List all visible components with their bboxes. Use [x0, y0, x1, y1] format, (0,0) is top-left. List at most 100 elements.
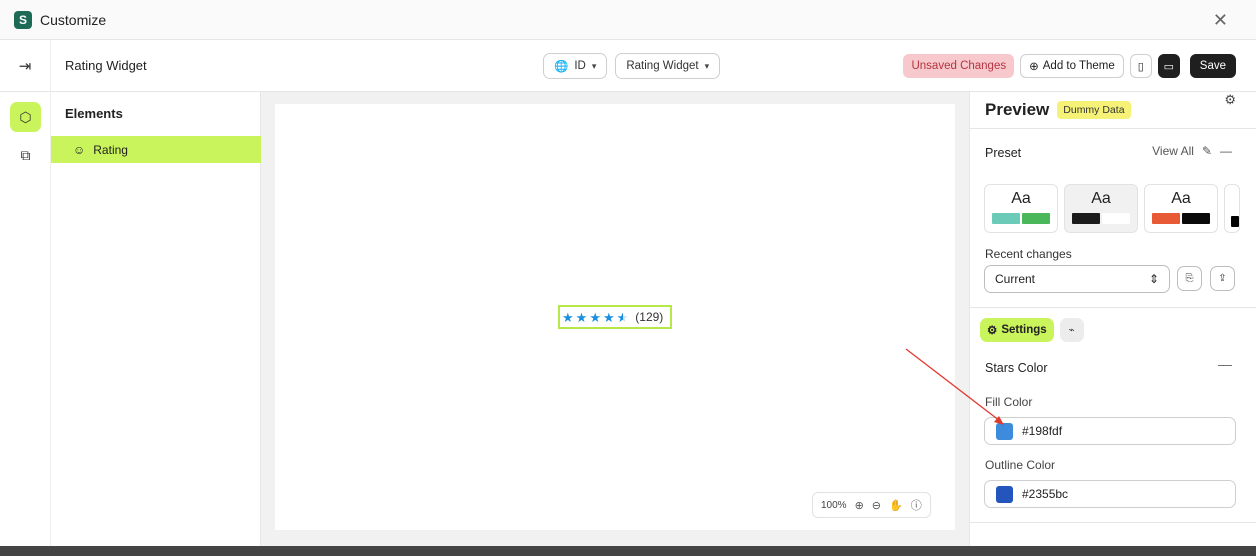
mobile-icon: ▯ [1137, 60, 1144, 73]
element-item-rating[interactable]: ☺ Rating [51, 136, 261, 163]
language-select[interactable]: 🌐 ID ▾ [543, 53, 608, 79]
collapse-icon[interactable]: — [1218, 356, 1232, 372]
element-item-label: Rating [93, 142, 128, 157]
preset-label: Preset [985, 146, 1022, 160]
chevron-updown-icon: ⇕ [1148, 272, 1159, 286]
center-controls: 🌐 ID ▾ Rating Widget ▾ [543, 53, 721, 79]
swatch [1152, 213, 1180, 224]
header-actions: Unsaved Changes ⊕ Add to Theme ▯ ▭ Save [903, 54, 1236, 78]
settings-icon: ⚙ [987, 325, 998, 337]
outline-color-chip[interactable] [996, 485, 1013, 503]
fill-color-field[interactable]: #198fdf [984, 417, 1236, 445]
preview-title: Preview [985, 100, 1050, 119]
recent-changes-select[interactable]: Current ⇕ [984, 265, 1170, 293]
language-value: ID [574, 60, 586, 72]
star-icon: ★ [602, 309, 615, 325]
desktop-view-button[interactable]: ▭ [1157, 54, 1180, 78]
elements-title: Elements [65, 106, 123, 121]
star-icon: ★ [575, 309, 588, 325]
half-star-icon: ★ [616, 309, 629, 325]
export-button[interactable]: ⎘ [1177, 266, 1202, 291]
close-icon[interactable]: ✕ [1213, 10, 1228, 31]
preset-swatches [1072, 213, 1130, 224]
star-icon: ★ [589, 309, 601, 325]
preset-list: Aa Aa Aa [984, 184, 1240, 233]
widget-select-value: Rating Widget [626, 60, 699, 72]
preset-swatches [992, 213, 1050, 224]
rating-element-icon: ☺ [73, 142, 86, 157]
upload-icon: ⇪ [1218, 273, 1227, 284]
preset-label: Aa [1011, 190, 1031, 207]
preset-label: Aa [1091, 190, 1111, 207]
preset-card[interactable] [1224, 184, 1240, 233]
outline-color-field[interactable]: #2355bc [984, 480, 1236, 508]
upload-button[interactable]: ⇪ [1210, 266, 1235, 291]
chevron-down-icon: ▾ [704, 60, 710, 71]
edit-icon: ✎ [1201, 144, 1212, 158]
outline-color-label: Outline Color [985, 458, 1056, 472]
widget-select[interactable]: Rating Widget ▾ [615, 53, 721, 79]
zoom-in-icon[interactable]: ⊕ [855, 499, 864, 512]
fill-color-label: Fill Color [985, 395, 1033, 409]
preset-swatches [1231, 216, 1239, 227]
gear-icon[interactable]: ⚙ [1224, 92, 1236, 108]
cube-icon: ⬡ [19, 108, 32, 125]
recent-changes-value: Current [995, 272, 1036, 286]
elements-tool-button[interactable]: ⬡ [10, 102, 41, 132]
tab-settings-label: Settings [1001, 324, 1047, 336]
view-all-link[interactable]: View All ✎ — [1152, 144, 1232, 158]
code-icon: ⌁ [1068, 324, 1075, 336]
unsaved-changes-badge: Unsaved Changes [903, 54, 1015, 78]
save-button[interactable]: Save [1189, 54, 1236, 78]
divider [970, 522, 1256, 523]
preset-label: Aa [1171, 190, 1191, 207]
zoom-level: 100% [821, 499, 847, 511]
tab-settings[interactable]: ⚙ Settings [980, 318, 1054, 342]
divider [970, 128, 1256, 129]
divider [970, 307, 1256, 308]
dummy-data-badge: Dummy Data [1057, 101, 1131, 119]
tool-rail: ⬡ ⧉ [0, 92, 51, 556]
add-to-theme-button[interactable]: ⊕ Add to Theme [1020, 54, 1124, 78]
panel-tabs: ⚙ Settings ⌁ [980, 318, 1084, 342]
code-tool-button[interactable]: ⧉ [10, 140, 41, 170]
zoom-out-icon[interactable]: ⊖ [872, 499, 881, 512]
title-bar: S Customize ✕ [0, 0, 1256, 40]
customize-app: S Customize ✕ ⇥ Rating Widget 🌐 ID ▾ Rat… [0, 0, 1256, 556]
swatch [1072, 213, 1100, 224]
elements-panel: Elements ☺ Rating [51, 92, 261, 556]
preset-swatches [1152, 213, 1210, 224]
plus-circle-icon: ⊕ [1029, 61, 1039, 73]
mobile-view-button[interactable]: ▯ [1129, 54, 1152, 78]
preview-canvas: ★ ★ ★ ★ ★ (129) 100% ⊕ ⊖ ✋ ⓘ [275, 104, 955, 530]
preset-card[interactable]: Aa [1064, 184, 1138, 233]
app-logo-icon: S [14, 10, 32, 29]
settings-panel: Preview Dummy Data ⚙ Preset View All ✎ —… [969, 92, 1256, 556]
window-bottom-edge [0, 546, 1256, 556]
fill-color-value: #198fdf [1022, 424, 1063, 438]
rating-widget[interactable]: ★ ★ ★ ★ ★ (129) [558, 305, 672, 329]
panel-header: Preview Dummy Data [970, 92, 1256, 128]
widget-name: Rating Widget [65, 58, 147, 73]
exit-icon[interactable]: ⇥ [0, 39, 51, 92]
canvas-area: ★ ★ ★ ★ ★ (129) 100% ⊕ ⊖ ✋ ⓘ [261, 92, 969, 556]
outline-color-value: #2355bc [1022, 487, 1069, 501]
hand-icon[interactable]: ✋ [889, 499, 903, 512]
recent-changes-label: Recent changes [985, 247, 1072, 261]
globe-icon: 🌐 [554, 61, 569, 73]
editor-header: ⇥ Rating Widget 🌐 ID ▾ Rating Widget ▾ U… [0, 39, 1256, 92]
swatch [992, 213, 1020, 224]
desktop-icon: ▭ [1163, 60, 1174, 73]
chevron-down-icon: ▾ [591, 60, 597, 71]
preset-card[interactable]: Aa [1144, 184, 1218, 233]
rating-count: (129) [635, 310, 664, 324]
help-icon[interactable]: ⓘ [911, 497, 922, 513]
star-icon: ★ [562, 309, 574, 325]
tab-advanced[interactable]: ⌁ [1059, 318, 1084, 342]
swatch [1102, 213, 1130, 224]
add-to-theme-label: Add to Theme [1042, 60, 1115, 72]
minus-icon[interactable]: — [1220, 144, 1232, 158]
preset-card[interactable]: Aa [984, 184, 1058, 233]
fill-color-chip[interactable] [996, 422, 1013, 440]
window-title: Customize [40, 11, 107, 28]
